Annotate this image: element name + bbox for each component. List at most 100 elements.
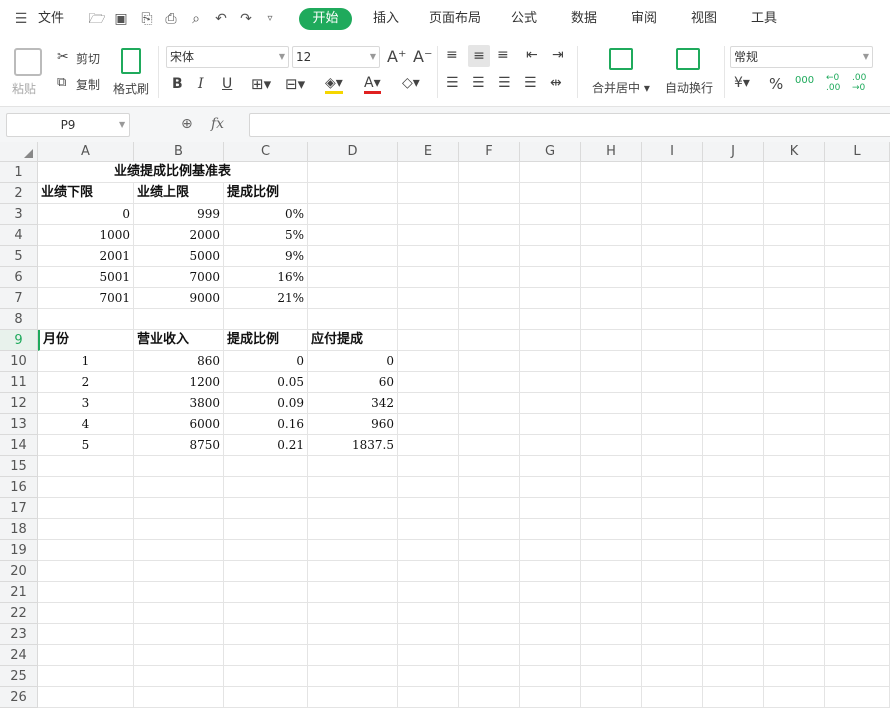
cell-b19[interactable] <box>134 540 224 561</box>
cell-l2[interactable] <box>825 183 890 204</box>
cell-k22[interactable] <box>764 603 825 624</box>
cell-k17[interactable] <box>764 498 825 519</box>
row-header-1[interactable]: 1 <box>0 162 38 183</box>
decrease-indent-icon[interactable]: ⇤ <box>526 47 538 63</box>
cell-k2[interactable] <box>764 183 825 204</box>
column-header-a[interactable]: A <box>38 142 134 162</box>
cell-c25[interactable] <box>224 666 308 687</box>
cell-b21[interactable] <box>134 582 224 603</box>
cell-h14[interactable] <box>581 435 642 456</box>
cell-b13[interactable]: 6000 <box>134 414 224 435</box>
cell-e11[interactable] <box>398 372 459 393</box>
cell-c13[interactable]: 0.16 <box>224 414 308 435</box>
cell-c4[interactable]: 5% <box>224 225 308 246</box>
column-header-g[interactable]: G <box>520 142 581 162</box>
cell-c15[interactable] <box>224 456 308 477</box>
cell-l15[interactable] <box>825 456 890 477</box>
cell-i4[interactable] <box>642 225 703 246</box>
row-header-6[interactable]: 6 <box>0 267 38 288</box>
cell-k19[interactable] <box>764 540 825 561</box>
row-header-10[interactable]: 10 <box>0 351 38 372</box>
percent-icon[interactable]: % <box>769 75 783 93</box>
font-color-icon[interactable]: A▾ <box>364 75 381 94</box>
cell-e17[interactable] <box>398 498 459 519</box>
cell-j6[interactable] <box>703 267 764 288</box>
formula-input[interactable] <box>249 113 890 137</box>
cell-f25[interactable] <box>459 666 520 687</box>
cell-l19[interactable] <box>825 540 890 561</box>
cell-h3[interactable] <box>581 204 642 225</box>
cell-h15[interactable] <box>581 456 642 477</box>
distributed-align-icon[interactable]: ⇹ <box>550 75 562 91</box>
cell-i20[interactable] <box>642 561 703 582</box>
cell-a18[interactable] <box>38 519 134 540</box>
hamburger-menu-icon[interactable]: ☰ <box>12 10 30 28</box>
cell-g3[interactable] <box>520 204 581 225</box>
row-header-20[interactable]: 20 <box>0 561 38 582</box>
cell-l17[interactable] <box>825 498 890 519</box>
row-header-26[interactable]: 26 <box>0 687 38 708</box>
cell-c12[interactable]: 0.09 <box>224 393 308 414</box>
cell-i18[interactable] <box>642 519 703 540</box>
row-header-13[interactable]: 13 <box>0 414 38 435</box>
increase-font-icon[interactable]: A⁺ <box>387 47 406 66</box>
cell-k12[interactable] <box>764 393 825 414</box>
cell-c21[interactable] <box>224 582 308 603</box>
cell-f10[interactable] <box>459 351 520 372</box>
cell-k25[interactable] <box>764 666 825 687</box>
cell-h5[interactable] <box>581 246 642 267</box>
cell-j16[interactable] <box>703 477 764 498</box>
cell-e3[interactable] <box>398 204 459 225</box>
cell-c11[interactable]: 0.05 <box>224 372 308 393</box>
cell-i23[interactable] <box>642 624 703 645</box>
cell-g15[interactable] <box>520 456 581 477</box>
cell-j9[interactable] <box>703 330 764 351</box>
wrap-text-button[interactable]: 自动换行 <box>665 79 713 96</box>
select-all-corner[interactable] <box>0 142 38 162</box>
cell-g24[interactable] <box>520 645 581 666</box>
row-header-12[interactable]: 12 <box>0 393 38 414</box>
cell-a1[interactable]: 业绩提成比例基准表 <box>38 162 308 183</box>
cell-h17[interactable] <box>581 498 642 519</box>
align-right-icon[interactable]: ☰ <box>498 75 511 91</box>
cell-d22[interactable] <box>308 603 398 624</box>
cell-f13[interactable] <box>459 414 520 435</box>
cell-f20[interactable] <box>459 561 520 582</box>
cell-j4[interactable] <box>703 225 764 246</box>
cell-a13[interactable]: 4 <box>38 414 134 435</box>
cell-g4[interactable] <box>520 225 581 246</box>
cell-j8[interactable] <box>703 309 764 330</box>
underline-icon[interactable]: U <box>222 76 232 92</box>
cell-a24[interactable] <box>38 645 134 666</box>
format-painter-button[interactable]: 格式刷 <box>113 80 149 97</box>
row-header-23[interactable]: 23 <box>0 624 38 645</box>
cell-b4[interactable]: 2000 <box>134 225 224 246</box>
cell-c23[interactable] <box>224 624 308 645</box>
row-header-11[interactable]: 11 <box>0 372 38 393</box>
cell-g22[interactable] <box>520 603 581 624</box>
align-middle-icon[interactable]: ≡ <box>468 45 490 67</box>
cell-a14[interactable]: 5 <box>38 435 134 456</box>
cell-b16[interactable] <box>134 477 224 498</box>
cell-a11[interactable]: 2 <box>38 372 134 393</box>
tab-view[interactable]: 视图 <box>691 9 717 29</box>
cell-c16[interactable] <box>224 477 308 498</box>
cell-h2[interactable] <box>581 183 642 204</box>
cell-k4[interactable] <box>764 225 825 246</box>
cell-a2[interactable]: 业绩下限 <box>38 183 134 204</box>
cell-a25[interactable] <box>38 666 134 687</box>
cell-c14[interactable]: 0.21 <box>224 435 308 456</box>
cell-a12[interactable]: 3 <box>38 393 134 414</box>
cell-k7[interactable] <box>764 288 825 309</box>
cell-f8[interactable] <box>459 309 520 330</box>
chevron-down-icon[interactable]: ▼ <box>119 120 125 129</box>
spreadsheet-grid[interactable]: A B C D E F G H I J K L 1 业绩提成比例基准表 2 业绩下限 业绩上限 提成比例 3 0 999… <box>0 142 890 709</box>
cell-k5[interactable] <box>764 246 825 267</box>
cell-k6[interactable] <box>764 267 825 288</box>
cell-f9[interactable] <box>459 330 520 351</box>
cell-i26[interactable] <box>642 687 703 708</box>
cell-f23[interactable] <box>459 624 520 645</box>
cell-d11[interactable]: 60 <box>308 372 398 393</box>
cell-l24[interactable] <box>825 645 890 666</box>
column-header-i[interactable]: I <box>642 142 703 162</box>
